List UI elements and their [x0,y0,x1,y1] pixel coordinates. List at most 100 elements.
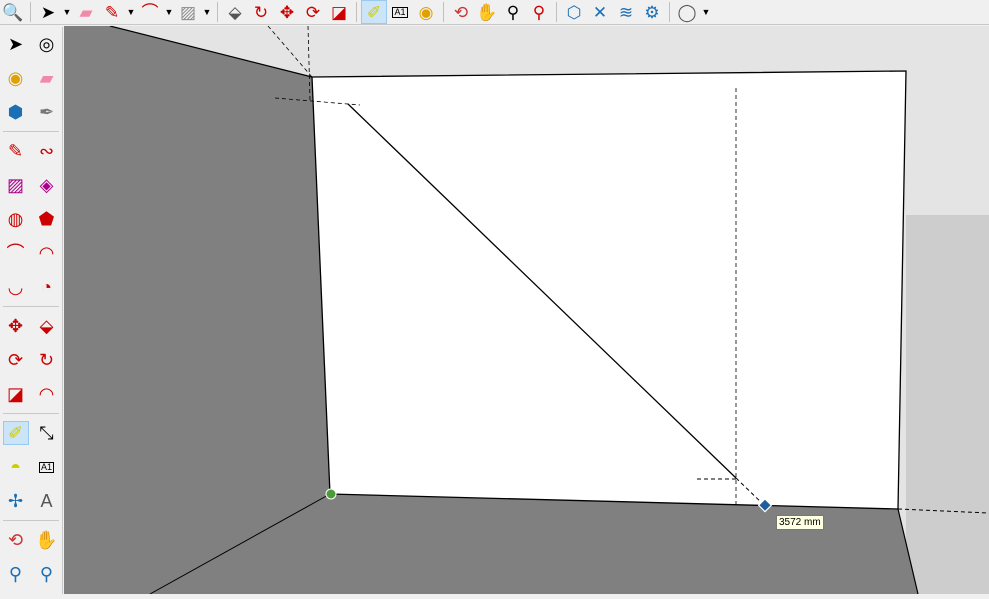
move-button[interactable]: ✥ [3,314,29,338]
push-pull-button[interactable]: ⬙ [222,0,248,24]
tool-row: ◡ ◔ [0,270,62,304]
tool-row: ✢ A [0,484,62,518]
chevron-down-icon[interactable]: ▼ [61,7,73,17]
three-point-arc-button[interactable]: ◡ [3,275,29,299]
select-icon: ➤ [7,34,24,54]
line-button[interactable]: ✎ [3,139,29,163]
three-point-arc-icon: ◡ [7,277,24,297]
pencil-line-button[interactable]: ✎ [99,0,125,24]
rotate-icon: ⟳ [305,2,321,22]
3d-text-button[interactable]: A [34,489,60,513]
zoom-button[interactable]: ⚲ [3,562,29,586]
paint-bucket-button[interactable]: ◉ [413,0,439,24]
layout-send-icon: ≋ [618,2,634,22]
tool-row: ◓ A1 [0,450,62,484]
toolbar-divider [556,2,557,22]
warehouse-button[interactable]: ⬡ [561,0,587,24]
push-pull-button[interactable]: ⬙ [34,314,60,338]
orbit-button[interactable]: ◎ [34,32,60,56]
scale-button[interactable]: ◪ [326,0,352,24]
rotate-button[interactable]: ⟳ [3,348,29,372]
pan-icon: ✋ [35,530,58,550]
toolbar-divider [3,131,59,132]
chevron-down-icon[interactable]: ▼ [201,7,213,17]
orbit-button[interactable]: ⟲ [3,528,29,552]
tool-row: ⟲ ✋ [0,523,62,557]
warehouse-icon: ⬡ [566,2,582,22]
zoom-icon: ⚲ [8,564,23,584]
zoom-window-button[interactable]: 🔍 [0,0,26,24]
tool-row: ◪ ◠ [0,377,62,411]
eraser-button[interactable]: ▰ [73,0,99,24]
endpoint-marker [325,488,337,500]
chevron-down-icon[interactable]: ▼ [125,7,137,17]
axes-button[interactable]: ✢ [3,489,29,513]
protractor-icon: ◓ [10,457,21,477]
account-button[interactable]: ◯ [674,0,700,24]
rectangle-button[interactable]: ▨ [175,0,201,24]
offset-button[interactable]: ◠ [34,382,60,406]
toolbar-divider [217,2,218,22]
toolbar-divider [3,306,59,307]
two-point-arc-button[interactable]: ◠ [34,241,60,265]
chevron-down-icon[interactable]: ▼ [163,7,175,17]
axes-icon: ✢ [7,491,24,511]
move-button[interactable]: ✥ [274,0,300,24]
two-point-arc-icon: ◠ [38,243,55,263]
orbit-icon: ⟲ [7,530,24,550]
move-icon: ✥ [279,2,295,22]
component-button[interactable]: ⬢ [3,100,29,124]
select-button[interactable]: ➤ [35,0,61,24]
toolbar-divider [3,520,59,521]
polygon-button[interactable]: ⬟ [34,207,60,231]
rotated-rectangle-button[interactable]: ◈ [34,173,60,197]
paint-bucket-button[interactable]: ◉ [3,66,29,90]
pie-button[interactable]: ◔ [34,275,60,299]
freehand-icon: ∾ [38,141,55,161]
rectangle-button[interactable]: ▨ [3,173,29,197]
text-label-button[interactable]: A1 [387,0,413,24]
circle-button[interactable]: ◍ [3,207,29,231]
orbit-button[interactable]: ⟲ [448,0,474,24]
chevron-down-icon[interactable]: ▼ [700,7,712,17]
model-canvas[interactable] [64,25,989,595]
layout-send-button[interactable]: ≋ [613,0,639,24]
scale-button[interactable]: ◪ [3,382,29,406]
pan-button[interactable]: ✋ [474,0,500,24]
follow-me-icon: ↻ [38,350,55,370]
follow-me-button[interactable]: ↻ [34,348,60,372]
follow-me-icon: ↻ [253,2,269,22]
rotate-icon: ⟳ [7,350,24,370]
toolbar-divider [30,2,31,22]
zoom-button[interactable]: ⚲ [500,0,526,24]
paint-bucket-icon: ◉ [418,2,434,22]
zoom-window-icon: ⚲ [39,564,54,584]
pan-button[interactable]: ✋ [34,528,60,552]
rectangle-icon: ▨ [6,175,24,195]
text-button[interactable]: A1 [34,455,60,479]
tape-measure-icon: ✐ [366,2,382,22]
tag-button[interactable]: ✒ [34,100,60,124]
extension-manager-button[interactable]: ⚙ [639,0,665,24]
toolbar-divider [443,2,444,22]
extension-warehouse-button[interactable]: ✕ [587,0,613,24]
zoom-icon: ⚲ [506,2,520,22]
select-button[interactable]: ➤ [3,32,29,56]
rotate-button[interactable]: ⟳ [300,0,326,24]
orbit-icon: ◎ [38,34,55,54]
arc-icon: ⌒ [141,2,159,22]
zoom-extents-button[interactable]: ⚲ [526,0,552,24]
scale-icon: ◪ [6,384,24,404]
freehand-button[interactable]: ∾ [34,139,60,163]
tape-measure-button[interactable]: ✐ [361,0,387,24]
tape-measure-button[interactable]: ✐ [2,421,29,445]
select-icon: ➤ [40,2,56,22]
eraser-button[interactable]: ▰ [34,66,60,90]
zoom-window-button[interactable]: ⚲ [34,562,60,586]
3d-viewport[interactable] [64,25,989,595]
arc-button[interactable]: ⌒ [137,0,163,24]
protractor-button[interactable]: ◓ [3,455,29,479]
arc-button[interactable]: ⌒ [3,241,29,265]
follow-me-button[interactable]: ↻ [248,0,274,24]
dimension-button[interactable]: ⤡ [34,421,60,445]
